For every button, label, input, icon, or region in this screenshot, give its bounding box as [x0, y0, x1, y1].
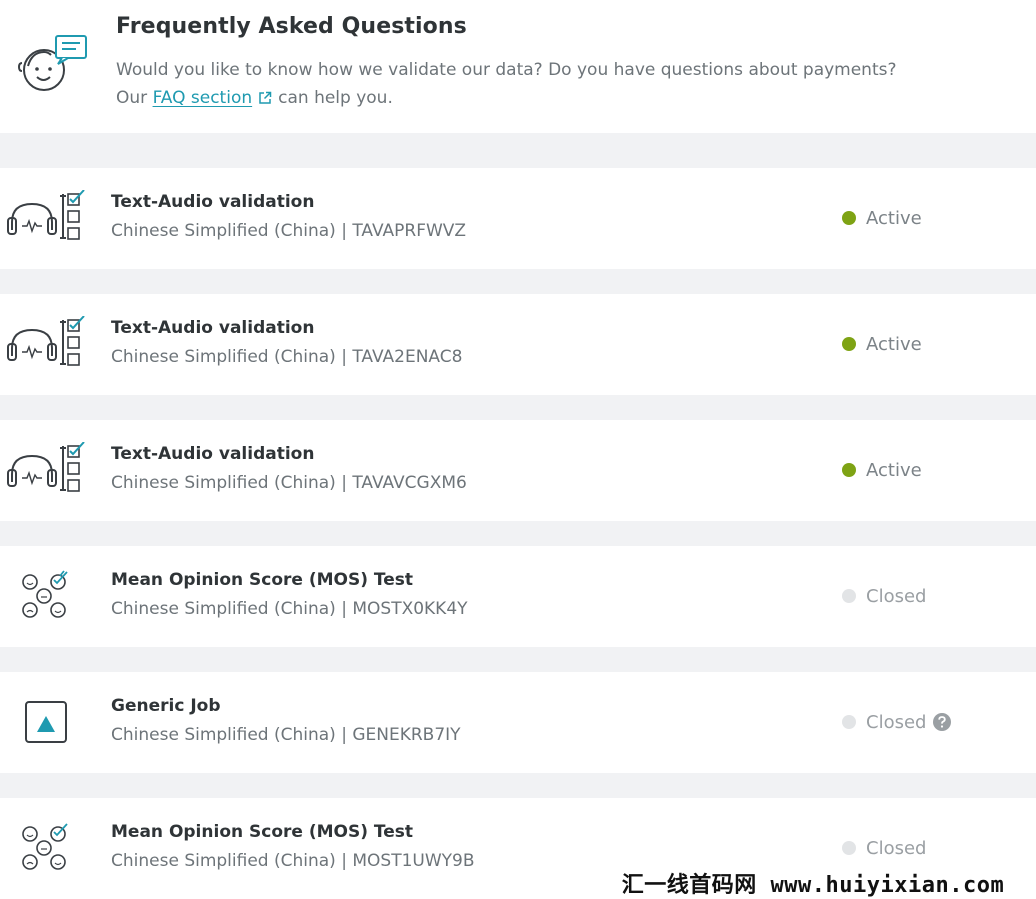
headphones-checklist-icon	[7, 316, 85, 366]
job-title[interactable]: Generic Job	[111, 696, 221, 716]
status-dot	[842, 841, 856, 855]
job-title[interactable]: Mean Opinion Score (MOS) Test	[111, 822, 413, 842]
job-row[interactable]: Generic Job Chinese Simplified (China) |…	[0, 672, 1036, 773]
status-label: Active	[866, 207, 922, 229]
faq-section-link[interactable]: FAQ section	[153, 88, 253, 108]
status-dot	[842, 589, 856, 603]
status-badge: Closed	[842, 584, 926, 608]
faq-title: Frequently Asked Questions	[116, 14, 467, 39]
job-title[interactable]: Text-Audio validation	[111, 192, 314, 212]
job-subtitle: Chinese Simplified (China) | GENEKRB7IY	[111, 725, 461, 745]
status-dot	[842, 463, 856, 477]
job-title[interactable]: Mean Opinion Score (MOS) Test	[111, 570, 413, 590]
mos-faces-icon	[22, 570, 68, 618]
job-subtitle: Chinese Simplified (China) | MOSTX0KK4Y	[111, 599, 468, 619]
status-badge: Closed	[842, 836, 926, 860]
watermark: 汇一线首码网 www.huiyixian.com	[590, 866, 1036, 899]
job-title[interactable]: Text-Audio validation	[111, 318, 314, 338]
job-subtitle: Chinese Simplified (China) | TAVA2ENAC8	[111, 347, 463, 367]
status-badge: Active	[842, 332, 922, 356]
job-row[interactable]: Text-Audio validation Chinese Simplified…	[0, 420, 1036, 521]
faq-suffix: can help you.	[278, 88, 393, 108]
status-label: Active	[866, 333, 922, 355]
external-link-icon[interactable]	[258, 91, 272, 105]
job-title[interactable]: Text-Audio validation	[111, 444, 314, 464]
faq-banner: Frequently Asked Questions Would you lik…	[0, 0, 1036, 133]
faq-description: Would you like to know how we validate o…	[116, 60, 897, 80]
status-label: Active	[866, 459, 922, 481]
headphones-checklist-icon	[7, 190, 85, 240]
job-subtitle: Chinese Simplified (China) | TAVAVCGXM6	[111, 473, 467, 493]
status-dot	[842, 337, 856, 351]
status-badge: Active	[842, 458, 922, 482]
job-row[interactable]: Mean Opinion Score (MOS) Test Chinese Si…	[0, 546, 1036, 647]
status-label: Closed	[866, 711, 927, 733]
job-subtitle: Chinese Simplified (China) | TAVAPRFWVZ	[111, 221, 467, 241]
faq-prefix: Our	[116, 88, 148, 108]
status-badge: Closed	[842, 710, 952, 734]
mos-faces-icon	[22, 823, 68, 870]
generic-triangle-icon	[25, 701, 67, 743]
status-dot	[842, 715, 856, 729]
help-icon[interactable]	[932, 712, 952, 732]
job-row[interactable]: Text-Audio validation Chinese Simplified…	[0, 168, 1036, 269]
status-dot	[842, 211, 856, 225]
headphones-checklist-icon	[7, 442, 85, 492]
status-badge: Active	[842, 206, 922, 230]
job-subtitle: Chinese Simplified (China) | MOST1UWY9B	[111, 851, 475, 871]
job-row[interactable]: Text-Audio validation Chinese Simplified…	[0, 294, 1036, 395]
status-label: Closed	[866, 585, 927, 607]
status-label: Closed	[866, 837, 927, 859]
baby-face-chat-icon	[18, 35, 87, 91]
faq-description-line2: Our FAQ section can help you.	[116, 88, 393, 108]
